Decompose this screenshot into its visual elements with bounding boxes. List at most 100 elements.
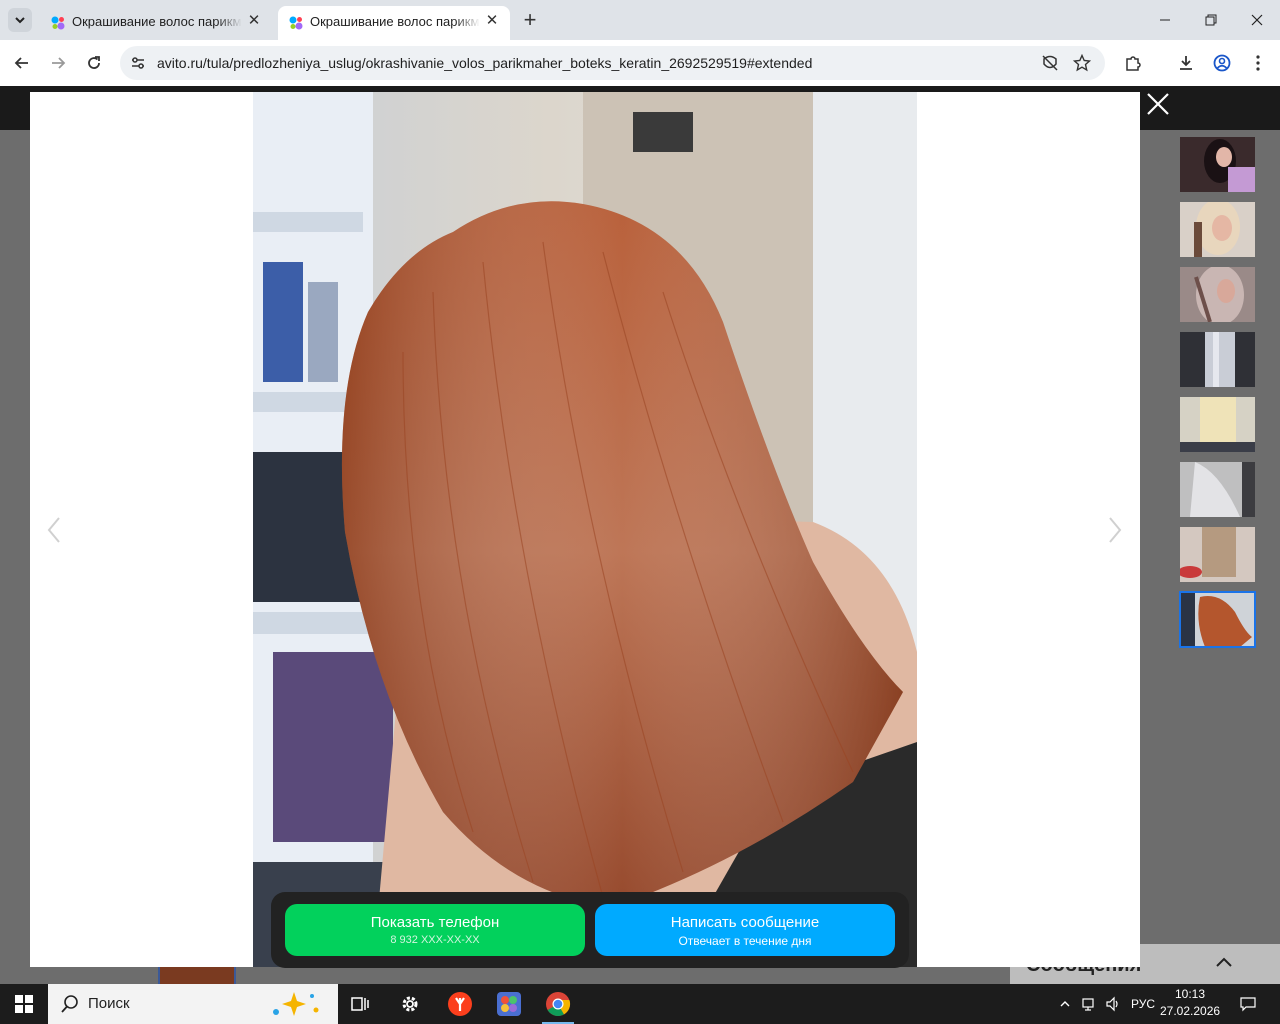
minimize-button[interactable] [1142, 0, 1188, 40]
tab-title: Окрашивание волос парикмахер [310, 14, 480, 29]
star-icon [1073, 54, 1091, 72]
photos-app[interactable] [485, 984, 533, 1024]
tracking-protection-button[interactable] [1040, 53, 1060, 73]
downloads-button[interactable] [1175, 52, 1197, 74]
chevron-up-icon[interactable] [1212, 950, 1236, 974]
tab-1[interactable]: Окрашивание волос парикмахер ✕ [40, 6, 272, 40]
window-controls [1142, 0, 1280, 40]
chevron-left-icon [47, 517, 60, 543]
thumbnail[interactable] [1180, 267, 1255, 322]
volume-control[interactable] [1102, 984, 1124, 1024]
tune-icon [132, 57, 144, 69]
hair-photo-5-icon [1180, 397, 1255, 452]
url-path: /tula/predlozheniya_uslug/okrashivanie_v… [202, 55, 813, 71]
avito-favicon-icon [51, 16, 65, 30]
tab-search-button[interactable] [8, 8, 32, 32]
gear-icon [402, 996, 418, 1012]
new-tab-button[interactable]: + [520, 9, 540, 31]
hair-photo-1-icon [1180, 137, 1255, 192]
hair-photo-2-icon [1180, 202, 1255, 257]
page-thumbnail[interactable] [158, 966, 236, 984]
hair-photo-7-icon [1180, 527, 1255, 582]
chevron-down-icon [15, 17, 25, 24]
start-button[interactable] [0, 984, 48, 1024]
settings-app[interactable] [386, 984, 434, 1024]
thumbnail[interactable] [1180, 527, 1255, 582]
url-text: avito.ru/tula/predlozheniya_uslug/okrash… [157, 55, 812, 71]
minimize-icon [1160, 19, 1170, 21]
chrome-icon [546, 992, 571, 1017]
speaker-icon [1106, 996, 1118, 1012]
show-phone-button[interactable]: Показать телефон 8 932 XXX-XX-XX [285, 904, 585, 956]
url-host: avito.ru [157, 55, 203, 71]
close-lightbox-icon[interactable] [1146, 92, 1170, 116]
yandex-browser-app[interactable] [436, 984, 484, 1024]
show-hidden-icons[interactable] [1054, 984, 1076, 1024]
windows-taskbar: Поиск РУС 10:13 27.02.2026 [0, 984, 1280, 1024]
next-photo-button[interactable] [1103, 512, 1127, 548]
main-photo [253, 92, 917, 967]
profile-button[interactable] [1211, 52, 1233, 74]
restore-button[interactable] [1188, 0, 1234, 40]
task-view-button[interactable] [336, 984, 384, 1024]
puzzle-icon [1126, 56, 1141, 71]
bookmark-button[interactable] [1072, 53, 1092, 73]
thumbnail[interactable] [1180, 462, 1255, 517]
restore-icon [1205, 14, 1217, 26]
close-tab-icon[interactable]: ✕ [246, 13, 262, 29]
sparkle-icon [273, 992, 319, 1016]
chevron-right-icon [1109, 517, 1122, 543]
chevron-up-icon [1060, 1001, 1070, 1007]
reload-button[interactable] [82, 51, 106, 75]
clock[interactable]: 10:13 27.02.2026 [1160, 986, 1220, 1020]
notification-icon [1240, 997, 1256, 1012]
thumbnail[interactable] [1180, 397, 1255, 452]
tab-strip: Окрашивание волос парикмахер ✕ Окрашиван… [0, 0, 1280, 40]
thumbnail[interactable] [1180, 332, 1255, 387]
site-info-button[interactable] [128, 53, 148, 73]
show-phone-label: Показать телефон [370, 914, 500, 931]
masked-phone: 8 932 XXX-XX-XX [390, 934, 480, 946]
search-placeholder: Поиск [88, 995, 130, 1012]
menu-button[interactable] [1247, 52, 1269, 74]
hair-photo-8-icon [1180, 592, 1255, 647]
arrow-right-icon [52, 57, 66, 69]
language-label: РУС [1130, 997, 1156, 1011]
photos-icon [497, 992, 521, 1016]
search-icon [61, 995, 78, 1013]
reload-icon [88, 56, 100, 69]
clock-date: 27.02.2026 [1160, 1004, 1221, 1018]
write-message-label: Написать сообщение [670, 914, 820, 931]
notifications-button[interactable] [1234, 984, 1262, 1024]
close-icon [1251, 14, 1263, 26]
chrome-app[interactable] [534, 984, 582, 1024]
network-icon [1082, 998, 1094, 1011]
prev-photo-button[interactable] [42, 512, 66, 548]
thumbnail[interactable] [1180, 202, 1255, 257]
language-indicator[interactable]: РУС [1126, 984, 1160, 1024]
thumbnail[interactable] [1180, 137, 1255, 192]
tab-2[interactable]: Окрашивание волос парикмахер ✕ [278, 6, 510, 40]
hair-photo-3-icon [1180, 267, 1255, 322]
kebab-menu-icon [1256, 55, 1260, 71]
hair-photo-main [253, 92, 917, 967]
network-status[interactable] [1078, 984, 1100, 1024]
hair-photo-4-icon [1180, 332, 1255, 387]
gallery-lightbox [30, 92, 1140, 967]
close-tab-icon[interactable]: ✕ [484, 13, 500, 29]
address-bar[interactable]: avito.ru/tula/predlozheniya_uslug/okrash… [120, 46, 1105, 80]
eye-off-icon [1042, 55, 1058, 71]
back-button[interactable] [10, 51, 34, 75]
response-time: Отвечает в течение дня [678, 934, 812, 948]
task-view-icon [351, 997, 369, 1011]
contact-bar: Показать телефон 8 932 XXX-XX-XX Написат… [271, 892, 909, 968]
close-window-button[interactable] [1234, 0, 1280, 40]
write-message-button[interactable]: Написать сообщение Отвечает в течение дн… [595, 904, 895, 956]
taskbar-search[interactable]: Поиск [48, 984, 338, 1024]
hair-photo-6-icon [1180, 462, 1255, 517]
extensions-button[interactable] [1122, 52, 1144, 74]
forward-button[interactable] [46, 51, 70, 75]
yandex-icon [448, 992, 472, 1016]
thumbnail-selected[interactable] [1179, 591, 1256, 648]
tab-title: Окрашивание волос парикмахер [72, 14, 242, 29]
